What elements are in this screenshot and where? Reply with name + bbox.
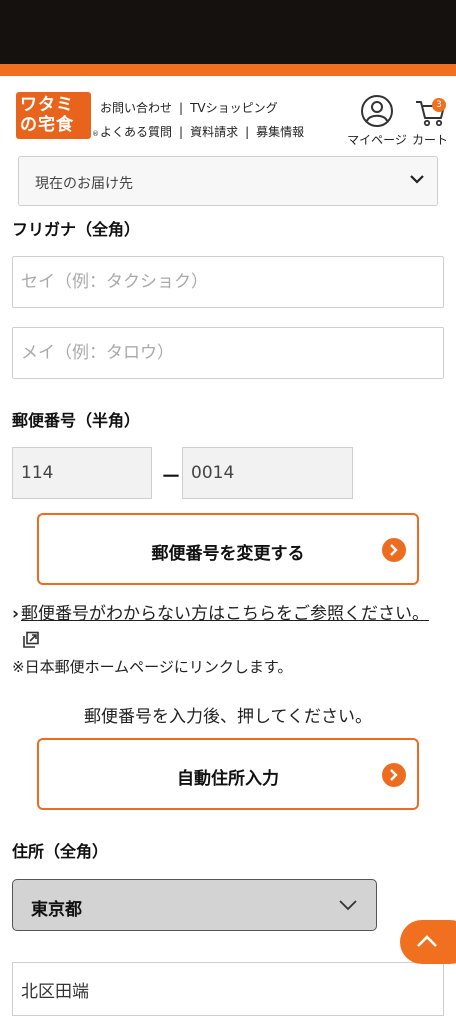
postal-code-dash: － (161, 464, 181, 488)
auto-address-instruction: 郵便番号を入力後、押してください。 (84, 707, 372, 727)
current-delivery-label: 現在のお届け先 (35, 176, 133, 192)
status-bar (0, 0, 456, 64)
link-separator: | (245, 125, 250, 139)
recruit-link[interactable]: 募集情報 (256, 125, 304, 139)
chevron-up-icon (417, 935, 437, 947)
mypage-button[interactable]: マイページ (346, 94, 408, 148)
city-input[interactable]: 北区田端 (12, 962, 444, 1016)
address-label: 住所（全角） (12, 842, 109, 861)
prefecture-select[interactable]: 東京都 (12, 879, 377, 931)
logo-mark: ワタミ の宅食 (16, 92, 91, 139)
postal-code-lookup-link[interactable]: 郵便番号がわからない方はこちらをご参照ください。 (21, 604, 429, 624)
header-accent-stripe (0, 64, 456, 76)
external-link-note: ※日本郵便ホームページにリンクします。 (12, 658, 293, 676)
auto-address-label: 自動住所入力 (177, 769, 279, 789)
external-link-icon (23, 631, 39, 648)
furigana-label: フリガナ（全角） (12, 220, 141, 239)
furigana-sei-input[interactable] (12, 256, 444, 308)
chevron-down-icon (410, 175, 424, 184)
postal-code-second-input[interactable] (182, 447, 353, 499)
arrow-right-icon (382, 538, 406, 562)
postal-code-first-input[interactable] (12, 447, 152, 499)
faq-link[interactable]: よくある質問 (100, 125, 172, 139)
logo-text-line1: ワタミ (20, 95, 74, 115)
arrow-right-icon (382, 763, 406, 787)
cart-label: カート (411, 133, 448, 147)
mypage-label: マイページ (347, 133, 407, 147)
back-to-top-button[interactable] (400, 920, 456, 964)
auto-address-button[interactable]: 自動住所入力 (37, 738, 419, 810)
user-circle-icon (361, 95, 393, 127)
change-postal-code-label: 郵便番号を変更する (151, 544, 305, 564)
postal-code-help: › 郵便番号がわからない方はこちらをご参照ください。 (12, 600, 444, 656)
cart-count-badge: 3 (432, 98, 446, 112)
header-links: お問い合わせ | TVショッピング よくある質問 | 資料請求 | 募集情報 (100, 96, 304, 144)
current-delivery-select[interactable]: 現在のお届け先 (18, 156, 438, 206)
furigana-mei-input[interactable] (12, 327, 444, 379)
registered-mark: ® (92, 130, 99, 138)
contact-link[interactable]: お問い合わせ (100, 101, 172, 115)
logo-text-line2: の宅食 (20, 115, 74, 135)
brand-logo[interactable]: ワタミ の宅食 ® (16, 92, 99, 142)
chevron-right-icon: › (12, 604, 20, 624)
site-header: ワタミ の宅食 ® お問い合わせ | TVショッピング よくある質問 | 資料請求 | 募集… (0, 76, 456, 156)
postal-code-label: 郵便番号（半角） (12, 411, 141, 430)
link-separator: | (179, 125, 184, 139)
chevron-down-icon (339, 900, 357, 911)
cart-button[interactable]: 3 カート (410, 94, 450, 148)
tv-shopping-link[interactable]: TVショッピング (190, 101, 278, 115)
change-postal-code-button[interactable]: 郵便番号を変更する (37, 513, 419, 585)
prefecture-value: 東京都 (31, 900, 82, 920)
link-separator: | (179, 101, 184, 115)
brochure-request-link[interactable]: 資料請求 (190, 125, 238, 139)
